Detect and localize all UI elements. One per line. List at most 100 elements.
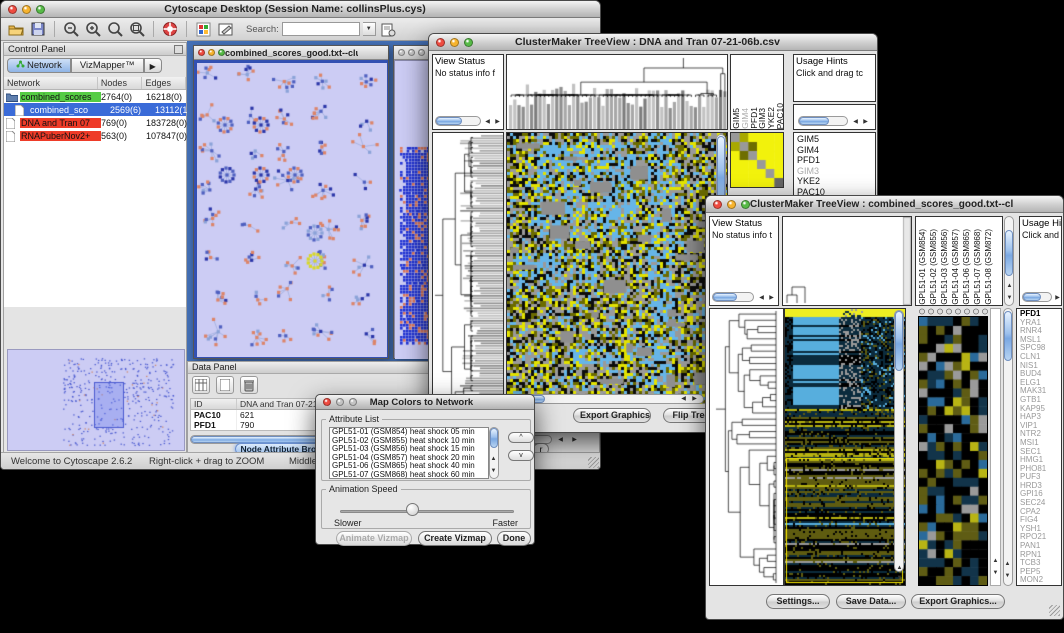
save-icon[interactable] — [29, 20, 47, 38]
attribute-list[interactable]: GPL51-01 (GSM854) heat shock 05 minGPL51… — [329, 427, 489, 479]
tv1-heatmap[interactable]: ◀ ▶ — [506, 132, 728, 406]
dialog-titlebar[interactable]: Map Colors to Network — [316, 395, 534, 410]
resize-grip[interactable] — [1049, 605, 1060, 616]
column-label[interactable]: GPL51-02 (GSM855) — [928, 229, 939, 305]
vizmapper-icon[interactable] — [194, 20, 212, 38]
search-dropdown-icon[interactable]: ▼ — [363, 22, 376, 36]
network-table-row[interactable]: combined_sco2569(6)13112(15) — [4, 103, 186, 116]
gene-label[interactable]: MON2 — [1020, 576, 1061, 585]
search-input[interactable] — [282, 22, 360, 36]
col-edges[interactable]: Edges — [142, 77, 186, 89]
column-label[interactable]: PAC10 — [776, 103, 783, 129]
attribute-list-scrollbar[interactable]: ▲ ▼ — [489, 427, 499, 479]
new-attribute-icon[interactable] — [216, 376, 234, 394]
column-label[interactable]: GPL51-03 (GSM856) — [939, 229, 950, 305]
create-vizmap-button[interactable]: Create Vizmap — [418, 531, 492, 546]
view-status-scrollbar[interactable]: ◀ ▶ — [435, 115, 501, 127]
attribute-select-icon[interactable] — [192, 376, 210, 394]
scroll-down-icon[interactable]: ▼ — [991, 569, 1000, 577]
tv2-column-scrollbar[interactable]: ▲ ▼ — [1004, 216, 1015, 306]
close-button[interactable] — [436, 38, 445, 47]
minimize-button[interactable] — [336, 398, 344, 406]
zoom-button[interactable] — [741, 200, 750, 209]
scroll-down-icon[interactable]: ▼ — [1003, 572, 1012, 580]
minimize-button[interactable] — [727, 200, 736, 209]
resize-grip[interactable] — [588, 457, 599, 468]
gene-label[interactable]: GIM4 — [797, 145, 875, 156]
gene-label[interactable]: GIM3 — [797, 166, 875, 177]
tv2-heatmap[interactable]: ▲ ▼ — [784, 308, 906, 586]
network-view-frame[interactable]: combined_scores_good.txt--cluste... — [193, 45, 389, 359]
column-label[interactable]: GPL51-07 (GSM868) — [972, 229, 983, 305]
col-nodes[interactable]: Nodes — [98, 77, 143, 89]
frame1-titlebar[interactable]: combined_scores_good.txt--cluste... — [194, 46, 388, 60]
scroll-down-icon[interactable]: ▼ — [895, 574, 904, 582]
close-button[interactable] — [323, 398, 331, 406]
scroll-right-icon[interactable]: ▶ — [767, 294, 776, 302]
zoom-button[interactable] — [36, 5, 45, 14]
tv2-titlebar[interactable]: ClusterMaker TreeView : combined_scores_… — [706, 196, 1063, 213]
scroll-right-icon[interactable]: ▶ — [493, 118, 502, 126]
scroll-up-icon[interactable]: ▲ — [489, 455, 498, 463]
summary-scrollbar[interactable]: ◀ ▶ — [796, 115, 873, 127]
scroll-up-icon[interactable]: ▲ — [1005, 282, 1014, 290]
help-lifebuoy-icon[interactable] — [161, 20, 179, 38]
tv2-gene-scrollbar[interactable]: ▲ ▼ — [1003, 308, 1014, 586]
column-label[interactable]: GPL51-01 (GSM854) — [917, 229, 928, 305]
move-up-button[interactable]: ^ — [508, 432, 534, 443]
gene-label[interactable]: PFD1 — [797, 155, 875, 166]
tab-vizmapper[interactable]: VizMapper™ — [71, 58, 144, 73]
tab-overflow-arrow[interactable]: ▶ — [144, 58, 162, 73]
minimize-icon[interactable] — [208, 49, 215, 56]
move-down-button[interactable]: v — [508, 450, 534, 461]
tv2-zoom-heatmap[interactable] — [918, 316, 988, 586]
scroll-down-icon[interactable]: ▼ — [489, 467, 498, 475]
tv2-zoom-scrollbar[interactable]: ▲ ▼ — [990, 308, 1001, 586]
scroll-left-icon[interactable]: ◀ — [483, 118, 492, 126]
float-panel-icon[interactable] — [174, 45, 183, 54]
network-table-row[interactable]: DNA and Tran 07769(0)183728(0) — [4, 116, 186, 129]
col-network[interactable]: Network — [4, 77, 98, 89]
animate-vizmap-button[interactable]: Animate Vizmap — [336, 531, 412, 546]
birds-eye-overview[interactable] — [7, 349, 185, 451]
zoom-button[interactable] — [349, 398, 357, 406]
speed-slider-thumb[interactable] — [406, 503, 419, 516]
zoom-in-icon[interactable] — [84, 20, 102, 38]
done-button[interactable]: Done — [497, 531, 531, 546]
network-table-row[interactable]: combined_scores2764(0)16218(0) — [4, 90, 186, 103]
settings-button[interactable]: Settings... — [766, 594, 830, 609]
close-button[interactable] — [8, 5, 17, 14]
scroll-right-icon[interactable]: ▶ — [861, 118, 870, 126]
usage-scrollbar[interactable]: ▶ — [1022, 291, 1059, 303]
scroll-down-icon[interactable]: ▼ — [1005, 294, 1014, 302]
tab-network[interactable]: Network — [7, 58, 71, 73]
tv1-row-dendrogram[interactable] — [432, 132, 504, 406]
zoom-button[interactable] — [464, 38, 473, 47]
scroll-left-icon[interactable]: ◀ — [679, 395, 688, 403]
network-table-row[interactable]: RNAPuberNov2+563(0)107847(0) — [4, 129, 186, 142]
save-data-button[interactable]: Save Data... — [836, 594, 906, 609]
tv1-column-dendrogram[interactable] — [506, 54, 728, 130]
zoom-out-icon[interactable] — [62, 20, 80, 38]
attribute-list-item[interactable]: GPL51-07 (GSM868) heat shock 60 min — [330, 471, 488, 479]
minimize-button[interactable] — [450, 38, 459, 47]
annotation-icon[interactable] — [216, 20, 234, 38]
scroll-up-icon[interactable]: ▲ — [895, 564, 904, 572]
zoom-selected-icon[interactable] — [128, 20, 146, 38]
zoom-fit-icon[interactable] — [106, 20, 124, 38]
maximize-icon[interactable] — [218, 49, 225, 56]
col-id[interactable]: ID — [191, 399, 237, 409]
scroll-left-icon[interactable]: ◀ — [851, 118, 860, 126]
scroll-right-icon[interactable]: ▶ — [690, 395, 699, 403]
gene-label[interactable]: GIM5 — [797, 134, 875, 145]
speed-slider-track[interactable] — [340, 510, 514, 513]
column-label[interactable]: GPL51-04 (GSM857) — [950, 229, 961, 305]
tv2-row-dendrogram[interactable] — [709, 308, 784, 586]
tv2-column-dendrogram[interactable] — [782, 216, 912, 306]
scroll-left-icon[interactable]: ◀ — [556, 436, 565, 444]
network-view-canvas[interactable] — [197, 63, 387, 357]
export-graphics-button[interactable]: Export Graphics... — [911, 594, 1005, 609]
advanced-search-icon[interactable] — [380, 20, 398, 38]
scroll-left-icon[interactable]: ◀ — [757, 294, 766, 302]
open-folder-icon[interactable] — [7, 20, 25, 38]
